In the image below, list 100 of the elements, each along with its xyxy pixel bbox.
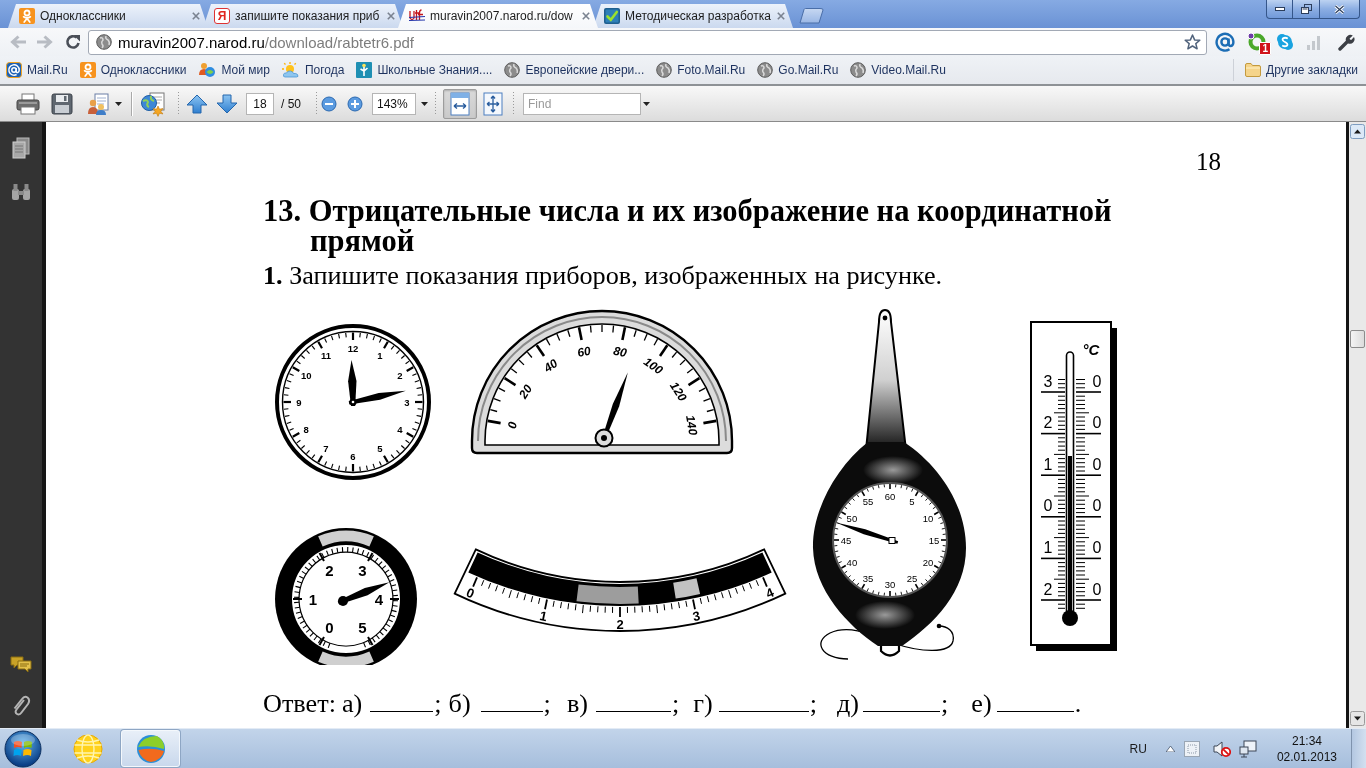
bookmark-link[interactable]: Школьные Знания.... (350, 59, 499, 81)
round-logo-icon[interactable] (1276, 33, 1294, 51)
browser-tab[interactable]: muravin2007.narod.ru/dow (398, 3, 598, 28)
dial-number: 20 (516, 382, 536, 401)
globe-document-icon[interactable] (140, 90, 166, 117)
dial-number: 5 (909, 496, 915, 508)
close-button[interactable] (1320, 0, 1360, 19)
close-icon[interactable] (777, 11, 785, 20)
language-indicator[interactable]: RU (1129, 741, 1147, 756)
dial-number: 50 (846, 512, 858, 524)
scale-number: 0 (1092, 538, 1102, 556)
find-field[interactable]: Find (523, 92, 641, 115)
punctuation: ; (809, 689, 817, 719)
scale-number: 0 (1092, 414, 1102, 432)
zoom-field[interactable]: 143% (372, 92, 416, 115)
dial-number: 5 (358, 619, 367, 637)
scrollbar-thumb[interactable] (1350, 330, 1365, 348)
notification-badge: 1 (1259, 42, 1271, 55)
minimize-icon (1274, 7, 1285, 11)
arrow-up-icon[interactable] (186, 93, 208, 114)
scale-number: 0 (1092, 455, 1102, 473)
paperclip-icon[interactable] (11, 694, 31, 718)
bookmark-link[interactable]: Одноклассники (73, 59, 193, 81)
caret-down-icon[interactable] (421, 101, 428, 106)
scroll-down-button[interactable] (1350, 711, 1365, 726)
browser-tab[interactable]: Одноклассники (8, 3, 208, 28)
arrow-down-icon[interactable] (216, 93, 238, 114)
dial-number: 40 (541, 356, 561, 376)
bookmark-folder[interactable]: Другие закладки (1239, 59, 1364, 81)
maximize-button[interactable] (1293, 0, 1320, 19)
dial-number: 55 (862, 496, 874, 508)
at-sign-icon[interactable] (1215, 32, 1235, 52)
scribble-icon (409, 7, 425, 24)
globe-icon (757, 62, 774, 78)
zoom-in-icon[interactable] (347, 95, 363, 112)
globe-icon (504, 62, 521, 78)
checkmark-icon (604, 7, 620, 24)
restore-icon (1300, 4, 1312, 14)
at-sign-tile-icon (6, 62, 22, 78)
globe-icon (96, 34, 112, 50)
start-button[interactable] (3, 729, 43, 768)
ring-icon[interactable] (1247, 32, 1267, 52)
comments-icon[interactable] (10, 655, 32, 673)
dial-number: 140 (682, 414, 701, 437)
dial-number: 40 (846, 556, 858, 568)
close-icon[interactable] (582, 11, 590, 20)
network-icon[interactable] (1238, 739, 1257, 758)
address-field[interactable]: muravin2007.narod.ru/download/rabtetr6.pdf (88, 29, 1207, 55)
dial-number: 60 (884, 490, 896, 502)
dial-number: 2 (397, 369, 403, 381)
scale-number: 1 (1043, 538, 1053, 556)
dial-number: 7 (323, 443, 329, 455)
scale-number: 0 (1092, 497, 1102, 515)
taskbar-button[interactable] (121, 730, 180, 767)
share-document-icon[interactable] (87, 92, 111, 115)
person-tile-icon (19, 7, 35, 24)
page-count: / 50 (281, 96, 301, 111)
bookmark-link[interactable]: Video.Mail.Ru (844, 59, 952, 81)
caret-up-icon[interactable] (1165, 745, 1175, 752)
item-letter: г) (693, 689, 713, 719)
page-number-field[interactable]: 18 (246, 92, 274, 115)
reload-icon[interactable] (65, 34, 81, 50)
scale-number: 3 (691, 608, 702, 625)
caret-down-icon[interactable] (643, 101, 650, 106)
minimize-button[interactable] (1266, 0, 1293, 19)
bookmark-link[interactable]: Mail.Ru (0, 59, 74, 81)
time-text[interactable]: 21:34 (1291, 732, 1322, 749)
dial-number: 120 (667, 379, 690, 404)
pages-icon[interactable] (12, 137, 30, 159)
new-tab-button[interactable] (799, 7, 825, 24)
scale-number: 1 (538, 608, 549, 625)
printer-icon[interactable] (16, 92, 40, 115)
dial-number: 0 (504, 420, 520, 430)
star-icon[interactable] (1184, 34, 1201, 50)
speaker-muted-icon[interactable] (1212, 739, 1231, 758)
fit-width-button[interactable] (443, 88, 477, 119)
browser-tab[interactable]: Я запишите показания приб (203, 3, 403, 28)
browser-tab[interactable]: Методическая разработка (593, 3, 793, 28)
dial-number: 20 (922, 556, 934, 568)
dial-number: 9 (296, 396, 302, 408)
caret-down-icon[interactable] (115, 101, 122, 106)
bookmark-link[interactable]: Foto.Mail.Ru (650, 59, 752, 81)
bookmark-link[interactable]: Погода (275, 59, 351, 81)
wrench-icon[interactable] (1337, 33, 1355, 51)
dial-number: 8 (303, 423, 309, 435)
dial-number: 35 (862, 572, 874, 584)
close-icon[interactable] (192, 11, 200, 20)
binoculars-icon[interactable] (11, 183, 31, 201)
date-text[interactable]: 02.01.2013 (1276, 748, 1337, 765)
scale-number: 2 (616, 616, 624, 632)
zoom-out-icon[interactable] (321, 95, 337, 112)
bookmark-link[interactable]: Go.Mail.Ru (751, 59, 845, 81)
globe-icon (850, 62, 867, 78)
scale-number: 0 (1043, 497, 1053, 515)
scale-number: 0 (1092, 580, 1102, 598)
scroll-up-button[interactable] (1350, 124, 1365, 139)
bookmark-link[interactable]: Мой мир (192, 59, 276, 81)
close-icon[interactable] (387, 11, 395, 20)
dial-number: 80 (612, 343, 628, 360)
bookmark-link[interactable]: Европейские двери... (498, 59, 651, 81)
